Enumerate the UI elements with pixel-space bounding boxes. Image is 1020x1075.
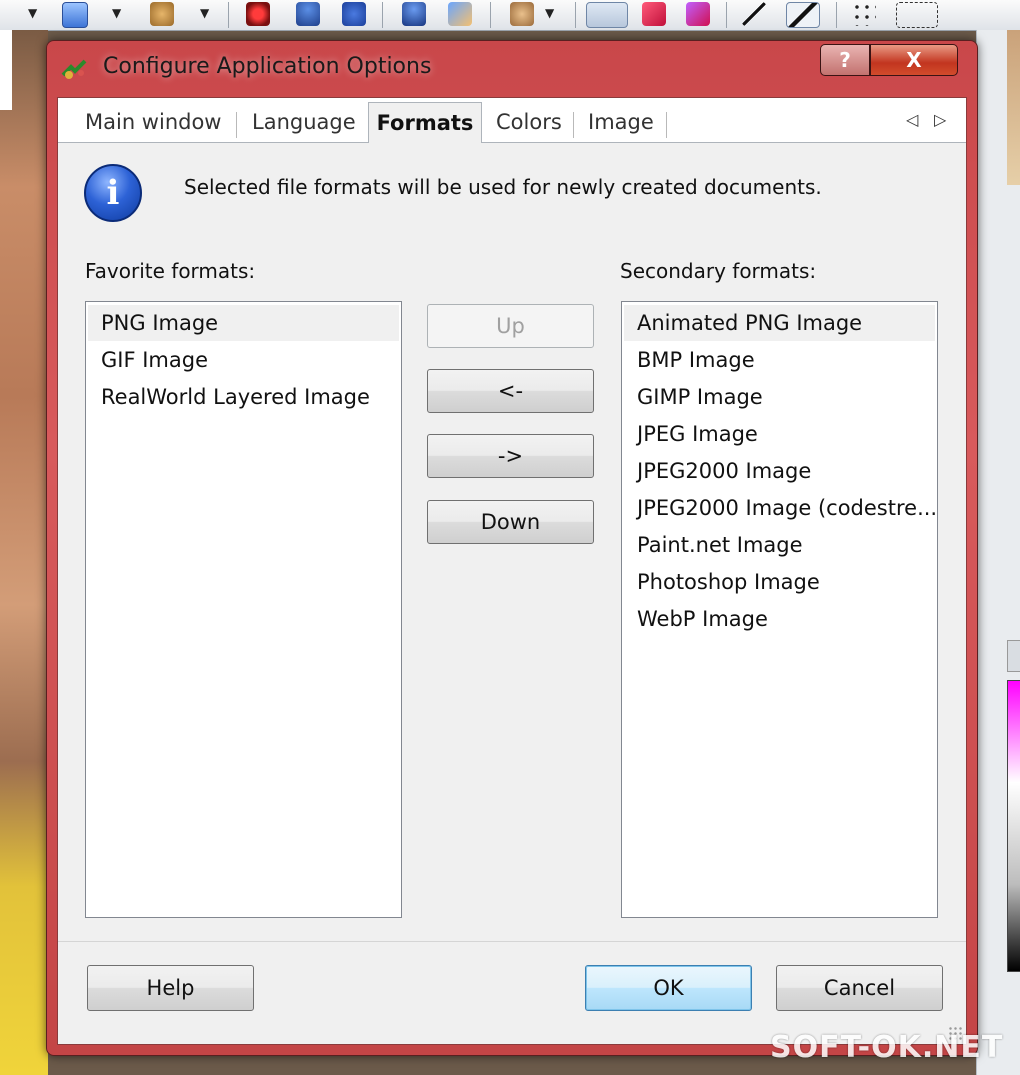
caption-buttons: ? X — [820, 44, 958, 76]
frame-icon[interactable] — [62, 2, 88, 28]
tab-scroll-left-icon[interactable]: ◁ — [906, 110, 918, 129]
help-caption-button[interactable]: ? — [820, 44, 870, 76]
tab-language[interactable]: Language — [252, 110, 356, 134]
info-icon: i — [84, 164, 142, 222]
dodge-icon[interactable] — [402, 2, 426, 26]
stamp-icon[interactable] — [150, 2, 174, 26]
dots-icon[interactable] — [852, 2, 876, 26]
tab-formats-label: Formats — [376, 111, 474, 135]
list-item[interactable]: JPEG2000 Image — [624, 453, 935, 489]
dropdown-arrow-icon[interactable]: ▼ — [112, 6, 121, 20]
stamp-tool-icon[interactable] — [296, 2, 320, 26]
list-item[interactable]: WebP Image — [624, 601, 935, 637]
ok-button[interactable]: OK — [585, 965, 752, 1011]
info-message: Selected file formats will be used for n… — [184, 175, 822, 199]
app-icon — [61, 59, 87, 79]
close-button[interactable]: X — [870, 44, 958, 76]
list-item[interactable]: Photoshop Image — [624, 564, 935, 600]
options-dialog: Configure Application Options ? X Main w… — [46, 40, 978, 1056]
color-mode-alt-icon[interactable] — [686, 2, 710, 26]
blend-mode-icon[interactable] — [586, 2, 628, 28]
tab-colors[interactable]: Colors — [496, 110, 562, 134]
color-palette[interactable] — [1007, 680, 1020, 972]
cancel-button[interactable]: Cancel — [776, 965, 943, 1011]
move-to-secondary-button[interactable]: -> — [427, 434, 594, 478]
tab-formats[interactable]: Formats — [368, 102, 482, 143]
favorite-formats-list[interactable]: PNG Image GIF Image RealWorld Layered Im… — [85, 301, 402, 918]
list-item[interactable]: Paint.net Image — [624, 527, 935, 563]
line-selected-icon[interactable] — [786, 2, 820, 28]
smudge-icon[interactable] — [342, 2, 366, 26]
background-side-panel — [976, 30, 1020, 1075]
clone-icon[interactable] — [510, 2, 534, 26]
tab-main-window[interactable]: Main window — [85, 110, 221, 134]
list-item[interactable]: Animated PNG Image — [624, 305, 935, 341]
list-item[interactable]: GIF Image — [88, 342, 399, 378]
tab-scroll-right-icon[interactable]: ▷ — [934, 110, 946, 129]
watermark: SOFT-OK.NET — [770, 1030, 1004, 1065]
background-canvas — [0, 30, 48, 1075]
footer-divider — [58, 941, 966, 942]
help-button[interactable]: Help — [87, 965, 254, 1011]
list-item[interactable]: BMP Image — [624, 342, 935, 378]
brush-icon[interactable] — [448, 2, 472, 26]
secondary-formats-list[interactable]: Animated PNG Image BMP Image GIMP Image … — [621, 301, 938, 918]
dialog-title: Configure Application Options — [103, 54, 432, 79]
dropdown-arrow-icon[interactable]: ▼ — [200, 6, 209, 20]
list-item[interactable]: PNG Image — [88, 305, 399, 341]
tab-image[interactable]: Image — [588, 110, 654, 134]
list-item[interactable]: JPEG2000 Image (codestre... — [624, 490, 935, 526]
list-item[interactable]: RealWorld Layered Image — [88, 379, 399, 415]
line-icon[interactable] — [742, 2, 766, 26]
title-bar[interactable]: Configure Application Options ? X — [47, 41, 977, 95]
move-down-button[interactable]: Down — [427, 500, 594, 544]
secondary-formats-label: Secondary formats: — [620, 259, 817, 283]
thumbnail[interactable] — [1007, 30, 1020, 185]
dropdown-arrow-icon[interactable]: ▼ — [545, 6, 554, 20]
dropdown-arrow-icon[interactable]: ▼ — [28, 6, 37, 20]
tab-strip: Main window Language Formats Colors Imag… — [58, 98, 966, 143]
list-item[interactable]: GIMP Image — [624, 379, 935, 415]
select-rect-icon[interactable] — [896, 2, 938, 28]
red-eye-icon[interactable] — [246, 2, 270, 26]
color-mode-icon[interactable] — [642, 2, 666, 26]
favorite-formats-label: Favorite formats: — [85, 259, 256, 283]
background-toolbar: ▼ ▼ ▼ ▼ — [0, 0, 1020, 31]
move-to-favorite-button[interactable]: <- — [427, 369, 594, 413]
move-up-button[interactable]: Up — [427, 304, 594, 348]
dialog-client: Main window Language Formats Colors Imag… — [57, 97, 967, 1045]
list-item[interactable]: JPEG Image — [624, 416, 935, 452]
